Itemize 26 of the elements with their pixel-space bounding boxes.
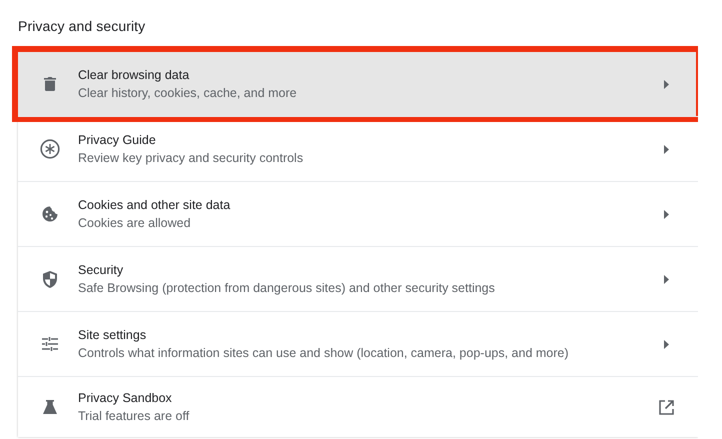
external-link-icon[interactable] [658, 400, 674, 414]
sliders-icon [42, 337, 58, 351]
row-title: Cookies and other site data [78, 198, 232, 212]
cookie-icon [42, 206, 58, 222]
asterisk-circle-icon [40, 139, 60, 159]
trash-icon [44, 77, 56, 91]
shield-icon [43, 270, 57, 288]
settings-row[interactable]: Site settings Controls what information sites can use and show (location, camera, pop-ups, and more) [18, 312, 698, 376]
settings-row[interactable]: Privacy Guide Review key privacy and security controls [18, 117, 698, 181]
flask-icon [43, 400, 57, 414]
row-description: Safe Browsing (protection from dangerous sites) and other security settings [78, 281, 496, 295]
row-title: Security [78, 263, 124, 277]
row-title: Privacy Sandbox [78, 391, 173, 405]
settings-row[interactable]: Cookies and other site data Cookies are allowed [18, 182, 698, 246]
row-title: Site settings [78, 328, 148, 342]
settings-row[interactable]: Security Safe Browsing (protection from dangerous sites) and other security settings [18, 247, 698, 311]
row-title: Privacy Guide [78, 133, 157, 147]
row-description: Clear history, cookies, cache, and more [78, 86, 298, 100]
row-description: Controls what information sites can use and show (location, camera, pop-ups, and more) [78, 346, 570, 360]
settings-row[interactable]: Privacy Sandbox Trial features are off [18, 377, 698, 437]
row-title: Clear browsing data [78, 68, 190, 82]
row-description: Trial features are off [78, 409, 190, 423]
settings-row[interactable]: Clear browsing data Clear history, cookies, cache, and more [18, 52, 698, 116]
row-description: Review key privacy and security controls [78, 151, 304, 165]
section-title: Privacy and security [18, 18, 146, 34]
row-description: Cookies are allowed [78, 216, 192, 230]
